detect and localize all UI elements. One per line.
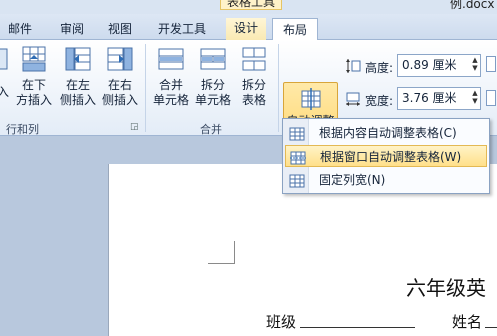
split-cells-line2: 单元格 [194, 93, 231, 107]
group-label-rows-columns: 行和列 [6, 123, 39, 136]
insert-right-line2: 侧插入 [101, 93, 138, 107]
title-bar: 表格工具 例.docx [0, 0, 497, 14]
column-width-field[interactable]: 3.76 厘米 [397, 87, 481, 110]
menu-item-label: 根据窗口自动调整表格(W) [320, 150, 462, 164]
insert-left-line2: 侧插入 [59, 93, 96, 107]
merge-cells-line1: 合并 [158, 78, 183, 92]
insert-below-line2: 方插入 [15, 93, 52, 107]
insert-column-left-icon [64, 46, 92, 72]
split-cells-icon [199, 46, 227, 72]
tab-developer[interactable]: 开发工具 [158, 19, 206, 40]
insert-below-line1: 在下 [21, 78, 46, 92]
margin-corner-mark [234, 241, 235, 264]
tab-review[interactable]: 审阅 [60, 19, 84, 40]
insert-above-button[interactable]: 入 [0, 46, 10, 100]
menu-item-label: 固定列宽(N) [319, 173, 386, 187]
autofit-table-icon [300, 88, 322, 110]
insert-column-right-icon [106, 46, 134, 72]
document-heading: 六年级英 [406, 276, 486, 300]
height-spinner-icon[interactable]: ▲ ▼ [470, 56, 480, 73]
name-label: 姓名 [452, 313, 483, 331]
group-label-merge: 合并 [200, 123, 222, 136]
insert-right-line1: 在右 [107, 78, 132, 92]
group-separator [145, 44, 146, 132]
dialog-launcher-icon[interactable]: ◲ [130, 122, 139, 132]
tab-design[interactable]: 设计 [226, 18, 267, 40]
merge-cells-button[interactable]: 合并 单元格 [150, 46, 192, 108]
class-label: 班级 [266, 313, 297, 331]
merge-cells-icon [157, 46, 185, 72]
menu-item-label: 根据内容自动调整表格(C) [319, 126, 457, 140]
split-table-line1: 拆分 [241, 78, 266, 92]
fixed-column-width-icon [289, 173, 305, 188]
insert-left-line1: 在左 [65, 78, 90, 92]
margin-corner-mark [208, 263, 235, 264]
row-height-control: 高度: 0.89 厘米 ▲ ▼ [345, 54, 495, 78]
insert-above-label: 入 [0, 85, 9, 99]
table-insert-icon [0, 46, 8, 72]
document-name: 例.docx [450, 0, 495, 11]
height-label: 高度: [365, 61, 394, 75]
merge-cells-line2: 单元格 [152, 93, 189, 107]
context-tab-group-label: 表格工具 [220, 0, 282, 10]
split-cells-line1: 拆分 [200, 78, 225, 92]
autofit-window-icon [290, 150, 306, 165]
row-height-field[interactable]: 0.89 厘米 [397, 54, 481, 77]
menu-item-fixed-column-width[interactable]: 固定列宽(N) [285, 169, 487, 191]
distribute-rows-icon[interactable] [486, 56, 496, 72]
autofit-contents-icon [289, 126, 305, 141]
split-cells-button[interactable]: 拆分 单元格 [192, 46, 234, 108]
column-width-icon [345, 91, 361, 107]
insert-below-button[interactable]: 在下 方插入 [14, 46, 54, 108]
split-table-icon [240, 46, 268, 72]
insert-right-button[interactable]: 在右 侧插入 [100, 46, 140, 108]
width-label: 宽度: [365, 94, 394, 108]
menu-item-autofit-contents[interactable]: 根据内容自动调整表格(C) [285, 122, 487, 144]
column-width-control: 宽度: 3.76 厘米 ▲ ▼ [345, 87, 495, 111]
tab-mailings[interactable]: 邮件 [8, 19, 32, 40]
split-table-button[interactable]: 拆分 表格 [234, 46, 274, 108]
insert-left-button[interactable]: 在左 侧插入 [58, 46, 98, 108]
autofit-dropdown-menu: 根据内容自动调整表格(C) 根据窗口自动调整表格(W) 固定列宽(N) [282, 118, 490, 194]
class-blank-line [300, 327, 415, 328]
name-blank-line [485, 327, 497, 328]
tab-view[interactable]: 视图 [108, 19, 132, 40]
row-height-icon [345, 58, 361, 74]
insert-row-below-icon [20, 46, 48, 72]
split-table-line2: 表格 [241, 93, 266, 107]
menu-item-autofit-window[interactable]: 根据窗口自动调整表格(W) [285, 145, 487, 167]
width-spinner-icon[interactable]: ▲ ▼ [470, 89, 480, 106]
distribute-columns-icon[interactable] [486, 90, 496, 106]
group-separator [278, 44, 279, 132]
ribbon-tab-strip: 邮件 审阅 视图 开发工具 设计 布局 [0, 14, 497, 41]
tab-layout[interactable]: 布局 [272, 18, 319, 41]
